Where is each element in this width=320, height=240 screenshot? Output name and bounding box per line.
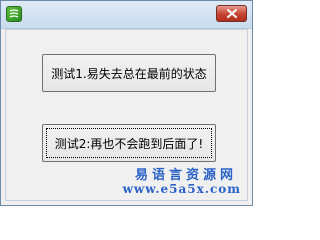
watermark: 易语言资源网 www.e5a5x.com — [115, 164, 245, 198]
close-button[interactable] — [216, 5, 247, 22]
watermark-url: www.e5a5x.com — [122, 182, 241, 196]
test1-button[interactable]: 测试1.易失去总在最前的状态 — [42, 54, 216, 92]
test2-button-label: 测试2:再也不会跑到后面了! — [54, 136, 204, 151]
app-window: 测试1.易失去总在最前的状态 测试2:再也不会跑到后面了! 易语言资源网 www… — [0, 0, 253, 206]
close-icon — [226, 9, 237, 18]
watermark-site-name: 易语言资源网 — [134, 168, 237, 183]
app-icon — [6, 6, 22, 22]
test1-button-label: 测试1.易失去总在最前的状态 — [51, 66, 207, 81]
test2-button[interactable]: 测试2:再也不会跑到后面了! — [42, 124, 216, 162]
client-area: 测试1.易失去总在最前的状态 测试2:再也不会跑到后面了! 易语言资源网 www… — [5, 29, 248, 201]
title-bar[interactable] — [1, 1, 252, 29]
